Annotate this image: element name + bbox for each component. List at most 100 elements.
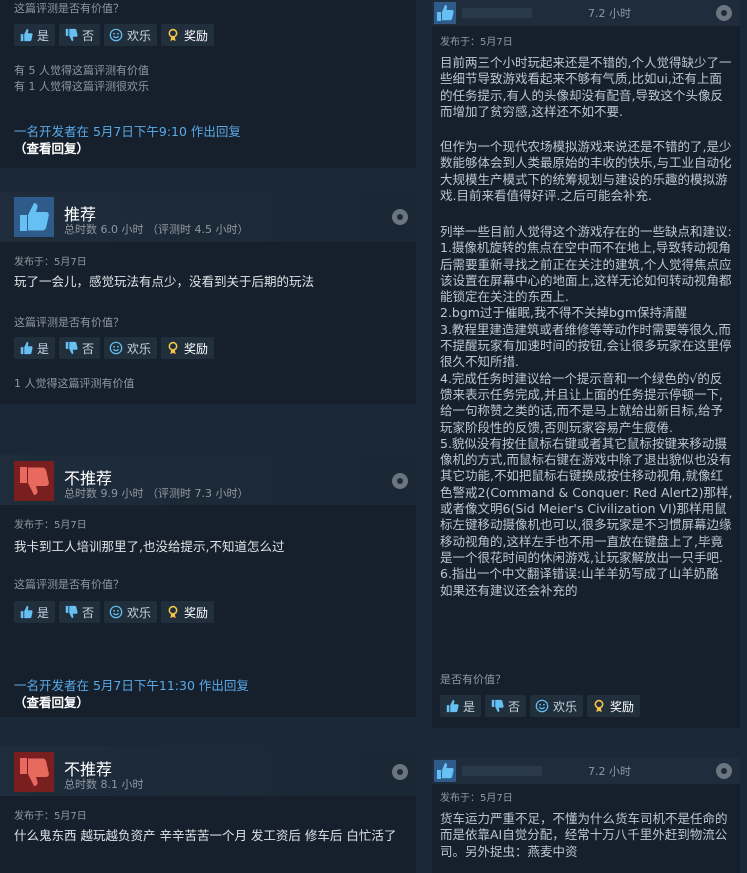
award-label: 奖励 [184, 341, 209, 356]
award-label: 奖励 [184, 605, 209, 620]
review-body-p3: 列举一些目前人觉得这个游戏存在的一些缺点和建议: 1.摄像机旋转的焦点在空中而不… [440, 224, 733, 598]
review-body-p1: 目前两三个小时玩起来还是不错的,个人觉得缺少了一些细节导致游戏看起来不够有气质,… [440, 55, 732, 119]
vote-yes-button[interactable]: 是 [14, 24, 56, 46]
helpful-question: 这篇评测是否有价值？ [14, 578, 124, 591]
playtime: 7.2 小时 [588, 765, 631, 778]
playtime: 7.2 小时 [588, 7, 631, 20]
thumbs-up-icon [434, 2, 456, 24]
vote-yes-button[interactable]: 是 [14, 601, 56, 623]
review-body: 货车运力严重不足，不懂为什么货车司机不是任命的而是依靠AI自觉分配，经常十万八千… [440, 811, 728, 859]
vote-no-button[interactable]: 否 [59, 337, 101, 359]
review-body-p2: 但作为一个现代农场模拟游戏来说还是不错的了,是少数能够体会到人类最原始的丰收的快… [440, 139, 732, 203]
vote-no-label: 否 [82, 605, 95, 620]
award-button[interactable]: 奖励 [587, 695, 641, 717]
vote-yes-button[interactable]: 是 [440, 695, 482, 717]
award-button[interactable]: 奖励 [161, 337, 215, 359]
steam-icon [716, 5, 732, 21]
vote-no-label: 否 [82, 341, 95, 356]
review-body: 我卡到工人培训那里了,也没给提示,不知道怎么过 [14, 539, 285, 554]
username-redacted [462, 766, 542, 776]
vote-yes-label: 是 [463, 699, 476, 714]
posted-date: 发布于：5月7日 [14, 811, 87, 822]
smile-icon [108, 604, 124, 620]
vote-funny-button[interactable]: 欢乐 [104, 337, 158, 359]
vote-yes-label: 是 [37, 28, 50, 43]
vote-funny-button[interactable]: 欢乐 [104, 24, 158, 46]
helpful-question: 这篇评测是否有价值？ [14, 316, 124, 329]
vote-no-label: 否 [82, 28, 95, 43]
award-label: 奖励 [184, 28, 209, 43]
thumbs-down-icon [63, 340, 79, 356]
review-header-1: 推荐 总时数 6.0 小时 （评测时 4.5 小时） [0, 192, 416, 242]
vote-no-button[interactable]: 否 [59, 601, 101, 623]
helpful-count: 有 5 人觉得这篇评测有价值 [14, 64, 149, 77]
thumbs-down-icon [489, 698, 505, 714]
thumbs-down-icon [63, 27, 79, 43]
smile-icon [108, 340, 124, 356]
vote-funny-button[interactable]: 欢乐 [104, 601, 158, 623]
thumbs-up-icon [434, 760, 456, 782]
right-review-card-2: 7.2 小时 发布于：5月7日 货车运力严重不足，不懂为什么货车司机不是任命的而… [432, 758, 740, 873]
vote-yes-button[interactable]: 是 [14, 337, 56, 359]
posted-date: 发布于：5月7日 [14, 520, 87, 531]
posted-date: 发布于：5月7日 [14, 257, 87, 268]
thumbs-down-icon [14, 752, 54, 792]
thumbs-down-icon [14, 461, 54, 501]
award-button[interactable]: 奖励 [161, 601, 215, 623]
left-review-column: 这篇评测是否有价值？ 是 否 欢乐 奖励 有 5 人觉得这篇评测有价值 有 1 … [0, 0, 416, 873]
review-card-2: 发布于：5月7日 我卡到工人培训那里了,也没给提示,不知道怎么过 这篇评测是否有… [0, 505, 416, 717]
vote-no-button[interactable]: 否 [485, 695, 527, 717]
review-card-1: 发布于：5月7日 玩了一会儿，感觉玩法有点少，没看到关于后期的玩法 这篇评测是否… [0, 242, 416, 404]
vote-funny-button[interactable]: 欢乐 [530, 695, 584, 717]
review-body: 玩了一会儿，感觉玩法有点少，没看到关于后期的玩法 [14, 274, 315, 289]
playtime: 总时数 8.1 小时 [64, 778, 144, 791]
right-review-card-1: 7.2 小时 发布于：5月7日 目前两三个小时玩起来还是不错的,个人觉得缺少了一… [432, 0, 740, 728]
smile-icon [108, 27, 124, 43]
helpful-question: 这篇评测是否有价值？ [14, 2, 124, 15]
review-header-3: 不推荐 总时数 8.1 小时 [0, 746, 416, 796]
thumbs-up-icon [444, 698, 460, 714]
username-redacted [462, 8, 532, 18]
helpful-question: 是否有价值？ [440, 673, 506, 686]
posted-date: 发布于：5月7日 [440, 37, 513, 48]
vote-buttons: 是 否 欢乐 奖励 [14, 337, 215, 359]
smile-icon [534, 698, 550, 714]
review-header: 7.2 小时 [432, 758, 740, 784]
vote-funny-label: 欢乐 [127, 341, 152, 356]
vote-funny-label: 欢乐 [553, 699, 578, 714]
steam-icon [392, 473, 408, 489]
award-icon [165, 340, 181, 356]
thumbs-up-icon [14, 197, 54, 237]
review-card-3: 发布于：5月7日 什么鬼东西 越玩越负资产 辛辛苦苦一个月 发工资后 修车后 白… [0, 796, 416, 873]
helpful-count: 1 人觉得这篇评测有价值 [14, 377, 135, 390]
vote-no-button[interactable]: 否 [59, 24, 101, 46]
award-icon [591, 698, 607, 714]
funny-count: 有 1 人觉得这篇评测很欢乐 [14, 80, 149, 93]
steam-icon [392, 764, 408, 780]
thumbs-up-icon [18, 27, 34, 43]
vote-yes-label: 是 [37, 605, 50, 620]
vote-buttons: 是 否 欢乐 奖励 [14, 601, 215, 623]
award-button[interactable]: 奖励 [161, 24, 215, 46]
playtime: 总时数 6.0 小时 （评测时 4.5 小时） [64, 223, 249, 236]
steam-icon [392, 209, 408, 225]
steam-icon [716, 763, 732, 779]
vote-buttons: 是 否 欢乐 奖励 [14, 24, 215, 46]
vote-funny-label: 欢乐 [127, 605, 152, 620]
thumbs-down-icon [63, 604, 79, 620]
posted-date: 发布于：5月7日 [440, 793, 513, 804]
award-label: 奖励 [610, 699, 635, 714]
playtime: 总时数 9.9 小时 （评测时 7.3 小时） [64, 487, 249, 500]
thumbs-up-icon [18, 340, 34, 356]
vote-buttons: 是 否 欢乐 奖励 [440, 695, 641, 717]
vote-yes-label: 是 [37, 341, 50, 356]
thumbs-up-icon [18, 604, 34, 620]
view-reply-link[interactable]: （查看回复） [14, 138, 89, 157]
award-icon [165, 27, 181, 43]
vote-funny-label: 欢乐 [127, 28, 152, 43]
vote-no-label: 否 [508, 699, 521, 714]
review-card-0: 这篇评测是否有价值？ 是 否 欢乐 奖励 有 5 人觉得这篇评测有价值 有 1 … [0, 0, 416, 168]
award-icon [165, 604, 181, 620]
view-reply-link[interactable]: （查看回复） [14, 692, 89, 711]
right-review-column: 7.2 小时 发布于：5月7日 目前两三个小时玩起来还是不错的,个人觉得缺少了一… [432, 0, 740, 873]
